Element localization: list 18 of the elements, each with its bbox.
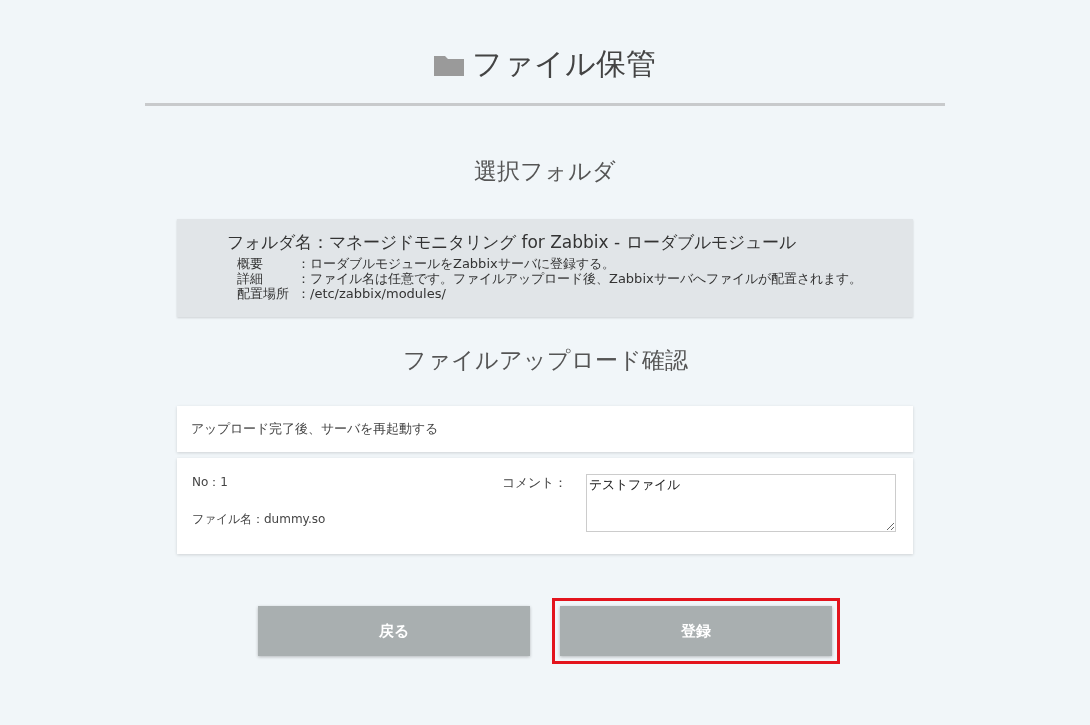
detail-value: ：ファイル名は任意です。ファイルアップロード後、Zabbixサーバへファイルが配置されます。 xyxy=(297,271,863,286)
section-heading: ファイルアップロード確認 xyxy=(402,346,688,375)
detail-value: ：/etc/zabbix/modules/ xyxy=(297,286,447,301)
detail-label: 配置場所 xyxy=(237,286,290,301)
action-button[interactable]: 登録 xyxy=(560,606,832,656)
action-button[interactable]: 戻る xyxy=(258,606,530,656)
notice-text: アップロード完了後、サーバを再起動する xyxy=(190,420,439,438)
folder-icon xyxy=(434,53,464,76)
detail-value: ：ローダブルモジュールをZabbixサーバに登録する。 xyxy=(297,256,616,271)
detail-label: 概要 xyxy=(237,256,264,271)
comment-field[interactable]: テストファイル xyxy=(586,474,896,532)
file-number: No：1 xyxy=(192,474,229,491)
folder-name: フォルダ名：マネージドモニタリング for Zabbix - ローダブルモジュール xyxy=(227,231,797,254)
file-name: ファイル名：dummy.so xyxy=(192,511,327,528)
page-title: ファイル保管 xyxy=(472,45,656,83)
comment-label: コメント： xyxy=(502,474,568,492)
section-heading: 選択フォルダ xyxy=(474,157,616,186)
detail-label: 詳細 xyxy=(237,271,264,286)
